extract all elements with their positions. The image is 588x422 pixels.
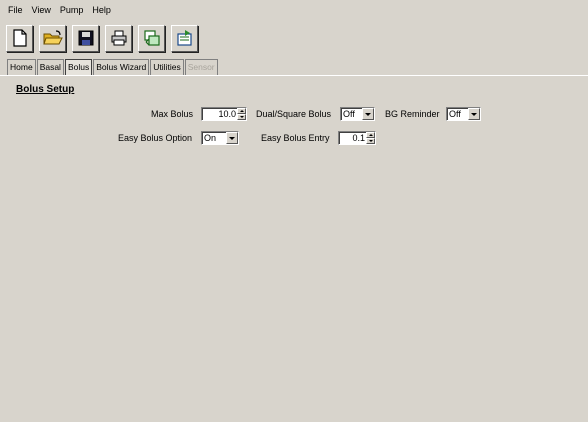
menu-view[interactable]: View: [32, 5, 51, 15]
max-bolus-label: Max Bolus: [151, 109, 194, 119]
toolbar: [6, 21, 204, 55]
dual-square-bolus-label: Dual/Square Bolus: [256, 109, 332, 119]
dropdown-arrow-icon[interactable]: [468, 108, 480, 120]
bg-reminder-label: BG Reminder: [385, 109, 440, 119]
new-button[interactable]: [6, 24, 33, 52]
spinner-down-icon[interactable]: [366, 138, 375, 144]
save-button[interactable]: [72, 24, 99, 52]
easy-bolus-option-select[interactable]: On: [201, 131, 239, 145]
easy-bolus-entry-value: 0.1: [352, 133, 365, 143]
pump-transfer-icon: [143, 30, 160, 46]
easy-bolus-entry-spinner[interactable]: 0.1: [338, 131, 376, 145]
export-icon: [176, 30, 192, 46]
easy-bolus-option-label: Easy Bolus Option: [118, 133, 193, 143]
tab-divider: [0, 75, 588, 76]
tab-utilities[interactable]: Utilities: [150, 59, 184, 75]
dual-square-bolus-select[interactable]: Off: [340, 107, 375, 121]
tab-basal[interactable]: Basal: [36, 59, 64, 75]
menu-file[interactable]: File: [8, 5, 23, 15]
bg-reminder-value: Off: [449, 109, 461, 119]
max-bolus-value: 10.0: [218, 109, 236, 119]
tab-home[interactable]: Home: [7, 59, 36, 75]
dropdown-arrow-icon[interactable]: [362, 108, 374, 120]
tab-bar: Home Basal Bolus Bolus Wizard Utilities …: [7, 59, 219, 75]
print-icon: [111, 30, 126, 46]
pump-transfer-button[interactable]: [138, 24, 165, 52]
section-title: Bolus Setup: [16, 84, 75, 95]
open-button[interactable]: [39, 24, 66, 52]
menu-bar: File View Pump Help: [0, 0, 588, 20]
print-button[interactable]: [105, 24, 132, 52]
menu-pump[interactable]: Pump: [60, 5, 84, 15]
max-bolus-spinner[interactable]: 10.0: [201, 107, 247, 121]
dropdown-arrow-icon[interactable]: [226, 132, 238, 144]
easy-bolus-entry-label: Easy Bolus Entry: [261, 133, 330, 143]
open-folder-icon: [42, 30, 63, 45]
easy-bolus-option-value: On: [204, 133, 217, 143]
export-button[interactable]: [171, 24, 198, 52]
spinner-down-icon[interactable]: [237, 114, 246, 120]
new-document-icon: [12, 29, 27, 47]
dual-square-bolus-value: Off: [343, 109, 355, 119]
tab-bolus-wizard[interactable]: Bolus Wizard: [93, 59, 150, 75]
menu-help[interactable]: Help: [92, 5, 111, 15]
bg-reminder-select[interactable]: Off: [446, 107, 481, 121]
tab-bolus[interactable]: Bolus: [64, 59, 93, 75]
tab-sensor: Sensor: [184, 59, 218, 75]
save-disk-icon: [78, 30, 93, 46]
